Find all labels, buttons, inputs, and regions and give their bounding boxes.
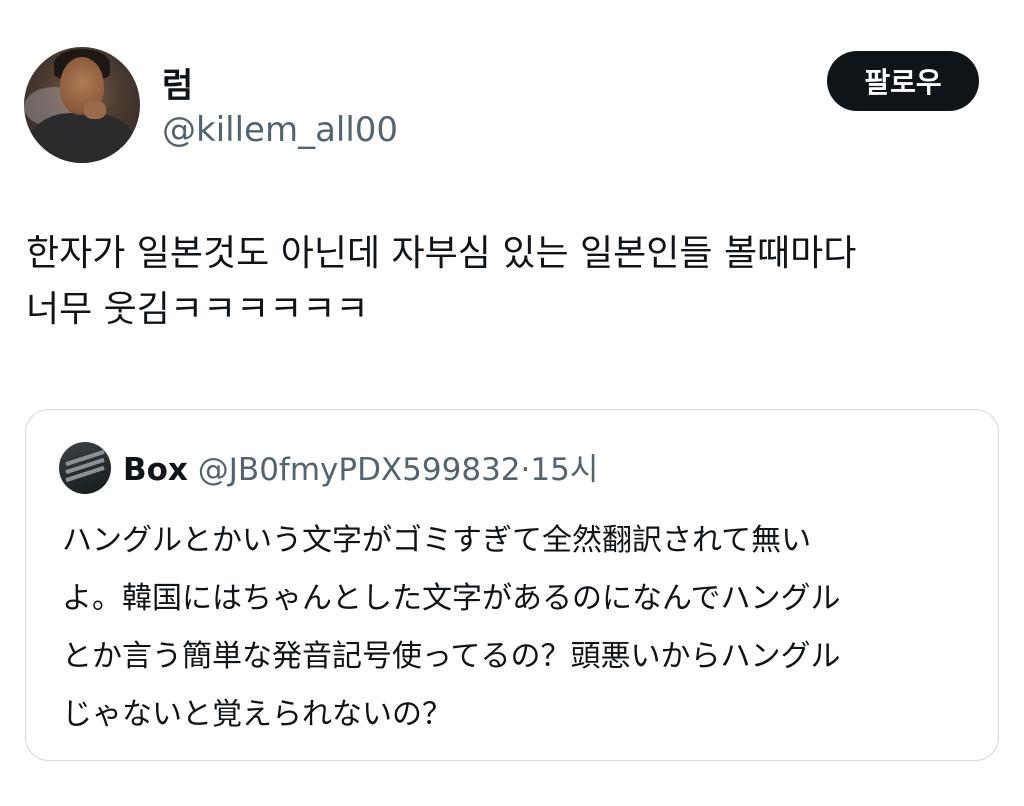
quote-display-name[interactable]: Box	[123, 452, 188, 488]
quote-text-line: とか言う簡単な発音記号使ってるの？頭悪いからハングル	[62, 639, 841, 674]
display-name[interactable]: 럼	[162, 58, 194, 107]
quote-user-handle[interactable]: @JB0fmyPDX599832	[198, 452, 521, 488]
quote-text-line: よ。韓国にはちゃんとした文字があるのになんでハングル	[62, 581, 841, 616]
tweet-text-line: 너무 웃김ㅋㅋㅋㅋㅋㅋ	[26, 289, 369, 330]
tweet-text: 한자가 일본것도 아닌데 자부심 있는 일본인들 볼때마다 너무 웃김ㅋㅋㅋㅋㅋ…	[26, 226, 1006, 338]
avatar-hand	[84, 101, 106, 119]
avatar-body	[30, 113, 134, 163]
quoted-tweet-card[interactable]: Box @JB0fmyPDX599832·15시 ハングルとかいう文字がゴミすぎ…	[25, 409, 999, 761]
user-handle[interactable]: @killem_all00	[162, 110, 398, 150]
follow-button[interactable]: 팔로우	[827, 51, 979, 111]
quote-text-line: じゃないと覚えられないの？	[62, 697, 452, 732]
quote-text: ハングルとかいう文字がゴミすぎて全然翻訳されて無い よ。韓国にはちゃんとした文字…	[62, 512, 982, 744]
quote-avatar[interactable]	[59, 442, 111, 494]
avatar[interactable]	[24, 47, 140, 163]
quote-separator: ·	[520, 452, 531, 488]
tweet-text-line: 한자가 일본것도 아닌데 자부심 있는 일본인들 볼때마다	[26, 233, 857, 274]
tweet: 럼 @killem_all00 팔로우 한자가 일본것도 아닌데 자부심 있는 …	[0, 0, 1024, 806]
quote-timestamp[interactable]: 15시	[530, 452, 598, 488]
quote-text-line: ハングルとかいう文字がゴミすぎて全然翻訳されて無い	[62, 523, 812, 558]
quote-header: Box @JB0fmyPDX599832·15시	[123, 450, 598, 490]
